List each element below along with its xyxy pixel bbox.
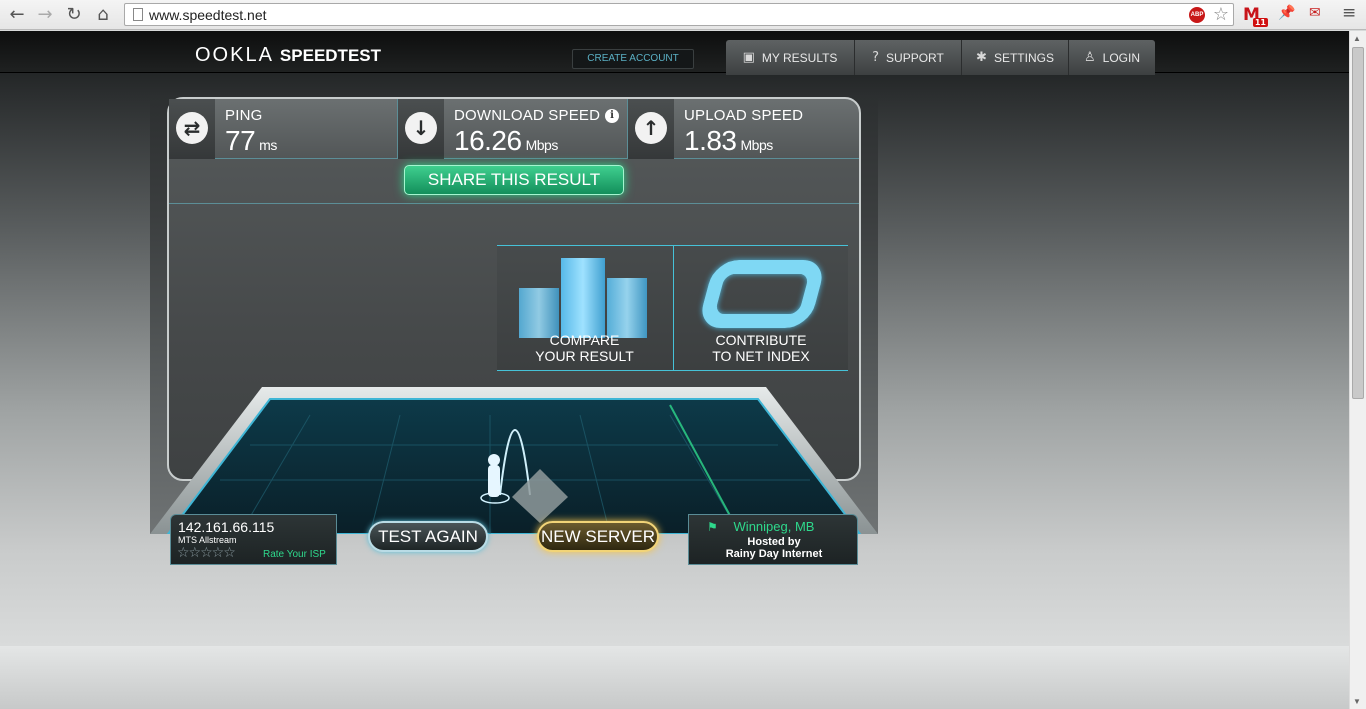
contribute-line-2: TO NET INDEX: [712, 348, 810, 364]
compare-line-2: YOUR RESULT: [535, 348, 634, 364]
reload-icon[interactable]: ↻: [63, 4, 85, 26]
rating-stars[interactable]: ☆☆☆☆☆: [177, 545, 236, 561]
nav-label: LOGIN: [1102, 50, 1140, 65]
adblock-icon[interactable]: ABP: [1189, 7, 1205, 23]
nav-label: SUPPORT: [886, 50, 944, 65]
new-server-button[interactable]: NEW SERVER: [537, 521, 659, 552]
test-again-button[interactable]: TEST AGAIN: [368, 521, 488, 552]
create-account-button[interactable]: CREATE ACCOUNT: [572, 49, 694, 69]
download-unit: Mbps: [525, 137, 559, 153]
forward-icon[interactable]: →: [34, 4, 56, 26]
compare-line-1: COMPARE: [549, 332, 620, 348]
ping-label: PING: [225, 107, 263, 124]
download-value-line: 16.26 Mbps: [454, 125, 558, 157]
share-row: SHARE THIS RESULT: [169, 160, 859, 204]
address-bar[interactable]: www.speedtest.net ABP ☆: [124, 3, 1234, 26]
nav-label: MY RESULTS: [761, 50, 838, 65]
compare-result-card[interactable]: COMPARE YOUR RESULT: [497, 246, 672, 371]
upload-label: UPLOAD SPEED: [684, 107, 804, 124]
ping-unit: ms: [259, 137, 277, 153]
mail-extension-icon[interactable]: ✉: [1309, 5, 1321, 25]
gauge-floor: [150, 385, 878, 535]
isp-name: MTS Allstream: [178, 535, 237, 545]
ping-value: 77: [225, 125, 256, 156]
gear-icon: ✱: [976, 50, 987, 65]
nav-my-results[interactable]: ▣ MY RESULTS: [726, 40, 855, 75]
url-text[interactable]: www.speedtest.net: [149, 7, 267, 23]
rate-isp-link[interactable]: Rate Your ISP: [263, 549, 326, 560]
nav-login[interactable]: ♙ LOGIN: [1069, 40, 1155, 75]
question-icon: ?: [872, 50, 880, 65]
ping-stat: ⇄ PING 77 ms: [169, 99, 398, 159]
upload-stat: ↑ UPLOAD SPEED 1.83 Mbps: [628, 99, 859, 159]
download-stat: ↓ DOWNLOAD SPEED i 16.26 Mbps: [398, 99, 628, 159]
scroll-down-icon[interactable]: ▼: [1353, 697, 1361, 706]
upload-unit: Mbps: [740, 137, 774, 153]
share-result-button[interactable]: SHARE THIS RESULT: [404, 165, 624, 195]
ping-arrows-icon: ⇄: [176, 112, 208, 144]
server-city[interactable]: Winnipeg, MB: [689, 519, 859, 534]
scroll-thumb[interactable]: [1352, 47, 1364, 399]
speedtest-widget: ⇄ PING 77 ms ↓ DOWNLOAD SPEED i 16.26 Mbps…: [150, 95, 878, 565]
ping-value-line: 77 ms: [225, 125, 277, 157]
upload-arrow-icon: ↑: [635, 112, 667, 144]
page-body: OOKLA SPEEDTEST CREATE ACCOUNT ▣ MY RESUL…: [0, 31, 1349, 709]
host-name: Rainy Day Internet: [725, 548, 823, 560]
compare-label: COMPARE YOUR RESULT: [497, 332, 672, 364]
upload-badge: ↑: [628, 99, 674, 159]
user-icon: ♙: [1084, 50, 1096, 65]
download-arrow-icon: ↓: [405, 112, 437, 144]
menu-icon[interactable]: ≡: [1342, 3, 1356, 23]
net-index-icon: [696, 260, 828, 328]
nav-label: SETTINGS: [993, 50, 1054, 65]
nav-support[interactable]: ? SUPPORT: [855, 40, 962, 75]
server-host: Hosted by Rainy Day Internet: [689, 536, 859, 560]
page-lower-band: [0, 646, 1349, 709]
gmail-extension-icon[interactable]: M 11: [1243, 5, 1268, 27]
scroll-up-icon[interactable]: ▲: [1353, 34, 1361, 43]
contribute-line-1: CONTRIBUTE: [715, 332, 807, 348]
contribute-label: CONTRIBUTE TO NET INDEX: [674, 332, 848, 364]
bar-chart-icon: [519, 258, 649, 338]
logo-speedtest: SPEEDTEST: [279, 46, 382, 65]
download-badge: ↓: [398, 99, 444, 159]
download-value: 16.26: [454, 125, 522, 156]
browser-toolbar: ← → ↻ ⌂ www.speedtest.net ABP ☆ M 11 📌 ✉…: [0, 0, 1366, 30]
gmail-unread-count: 11: [1252, 18, 1268, 27]
vertical-scrollbar[interactable]: ▲ ▼: [1349, 31, 1366, 709]
nav-settings[interactable]: ✱ SETTINGS: [962, 40, 1069, 75]
stats-row: ⇄ PING 77 ms ↓ DOWNLOAD SPEED i 16.26 Mbps…: [169, 99, 859, 159]
ping-badge: ⇄: [169, 99, 215, 159]
site-header: OOKLA SPEEDTEST CREATE ACCOUNT ▣ MY RESUL…: [0, 31, 1349, 75]
bookmark-star-icon[interactable]: ☆: [1213, 4, 1229, 25]
ookla-logo[interactable]: OOKLA SPEEDTEST: [195, 44, 381, 67]
download-label: DOWNLOAD SPEED: [454, 107, 601, 124]
server-info-box: ⚑ Winnipeg, MB Hosted by Rainy Day Inter…: [688, 514, 858, 565]
pin-extension-icon[interactable]: 📌: [1278, 5, 1295, 25]
logo-ookla: OOKLA: [195, 44, 274, 66]
back-icon[interactable]: ←: [6, 4, 28, 26]
ip-address: 142.161.66.115: [178, 519, 275, 535]
info-icon[interactable]: i: [605, 109, 619, 123]
home-icon[interactable]: ⌂: [92, 4, 114, 26]
upload-value: 1.83: [684, 125, 737, 156]
gauge-floor-graphic: [150, 387, 878, 535]
ip-info-box: 142.161.66.115 MTS Allstream ☆☆☆☆☆ Rate …: [170, 514, 337, 565]
upload-value-line: 1.83 Mbps: [684, 125, 773, 157]
result-cards: COMPARE YOUR RESULT CONTRIBUTE TO NET IN…: [497, 245, 848, 371]
page-icon: [133, 8, 143, 21]
hosted-by-label: Hosted by: [747, 536, 801, 548]
camera-icon: ▣: [742, 50, 755, 65]
net-index-card[interactable]: CONTRIBUTE TO NET INDEX: [673, 246, 848, 371]
top-navigation: ▣ MY RESULTS ? SUPPORT ✱ SETTINGS ♙ LOGI…: [726, 40, 1155, 75]
